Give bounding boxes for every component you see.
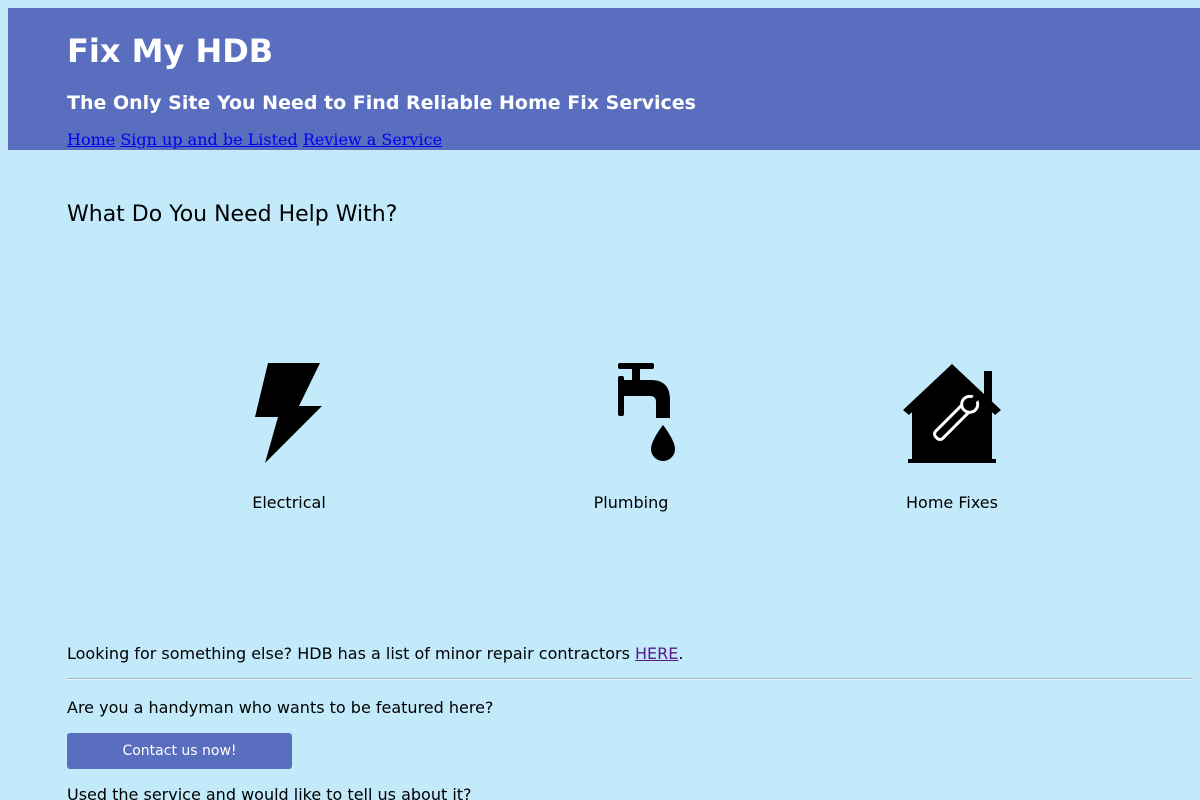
main-nav: Home Sign up and be Listed Review a Serv… [67,129,442,151]
handyman-question: Are you a handyman who wants to be featu… [67,698,494,717]
house-wrench-icon[interactable] [897,360,1007,466]
nav-link-home[interactable]: Home [67,130,115,149]
contractors-suffix: . [678,644,684,663]
service-label-plumbing: Plumbing [593,493,669,512]
lightning-bolt-icon[interactable] [234,360,344,466]
faucet-icon[interactable] [576,360,686,466]
contractors-link[interactable]: HERE [635,644,678,663]
site-title: Fix My HDB [67,32,274,70]
service-home-fixes[interactable]: Home Fixes [862,360,1042,512]
review-question: Used the service and would like to tell … [67,785,472,800]
service-electrical[interactable]: Electrical [199,360,379,512]
contractors-text: Looking for something else? HDB has a li… [67,644,683,664]
nav-link-review[interactable]: Review a Service [303,130,442,149]
site-tagline: The Only Site You Need to Find Reliable … [67,92,696,114]
contractors-prefix: Looking for something else? HDB has a li… [67,644,636,663]
service-label-home-fixes: Home Fixes [906,493,998,512]
service-plumbing[interactable]: Plumbing [541,360,721,512]
nav-link-sign-up[interactable]: Sign up and be Listed [120,130,297,149]
contact-button[interactable]: Contact us now! [67,733,292,769]
section-heading: What Do You Need Help With? [67,202,398,227]
service-label-electrical: Electrical [252,493,326,512]
divider [67,678,1192,680]
site-header: Fix My HDB The Only Site You Need to Fin… [8,8,1200,150]
